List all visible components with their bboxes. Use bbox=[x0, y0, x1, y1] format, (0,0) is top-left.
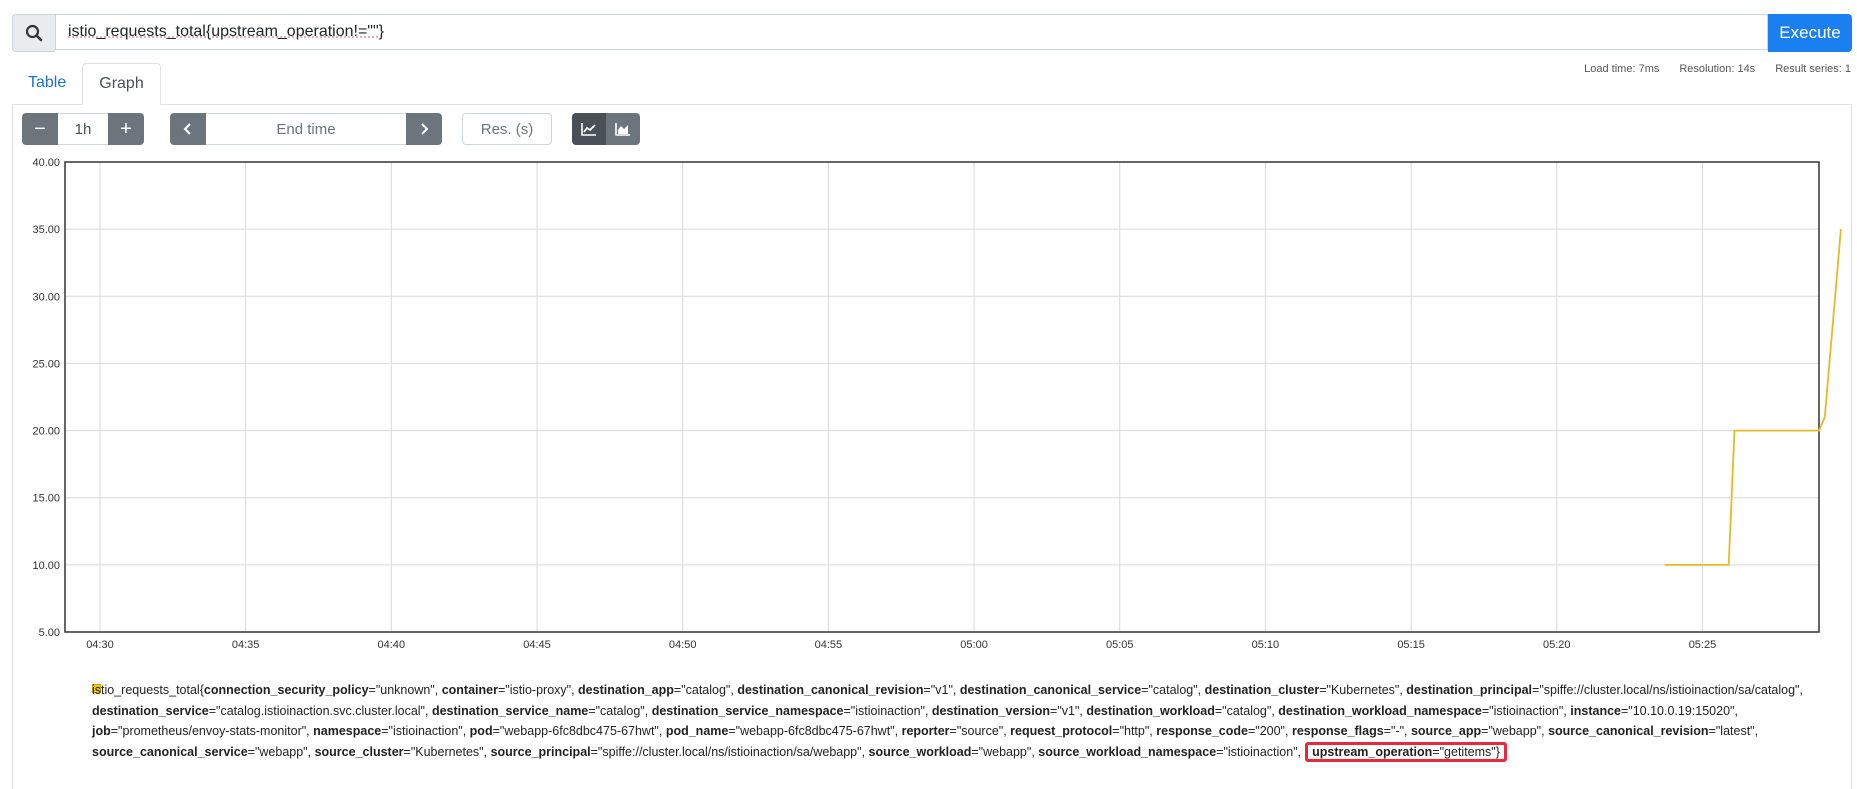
x-tick-label: 04:30 bbox=[86, 639, 114, 651]
time-series-graph[interactable]: 40.00 35.00 30.00 25.00 20.00 15.00 10.00 5.00 0… bbox=[0, 0, 1857, 680]
legend-label-value: ="webapp-6fc8dbc475-67hwt", bbox=[492, 724, 666, 738]
legend-label-key: namespace bbox=[313, 724, 382, 738]
legend-label-value: ="unknown", bbox=[368, 683, 442, 697]
y-tick-label: 25.00 bbox=[32, 358, 60, 370]
legend-label-value: ="http", bbox=[1112, 724, 1157, 738]
legend-label-value: ="istioinaction", bbox=[1216, 744, 1302, 759]
series-legend: istio_requests_total{connection_security… bbox=[92, 680, 1832, 762]
legend-label-value: ="istio-proxy", bbox=[497, 683, 579, 697]
legend-label-value: ="-", bbox=[1383, 724, 1411, 738]
legend-label-value: ="10.10.0.19:15020", bbox=[1620, 703, 1738, 718]
legend-label-value: ="webapp-6fc8dbc475-67hwt", bbox=[728, 724, 902, 738]
legend-label-key: destination_canonical_revision bbox=[737, 683, 924, 697]
legend-label-value: ="istioinaction", bbox=[381, 724, 470, 738]
legend-label-key: source_principal bbox=[490, 744, 591, 759]
legend-label-key: source_canonical_revision bbox=[1548, 724, 1709, 738]
x-tick-label: 05:05 bbox=[1106, 639, 1134, 651]
x-tick-label: 04:50 bbox=[669, 639, 697, 651]
plot-frame bbox=[64, 161, 1820, 633]
legend-label-key: instance bbox=[1570, 703, 1621, 718]
legend-label-value: ="spiffe://cluster.local/ns/istioinactio… bbox=[1532, 683, 1803, 697]
legend-label-key: connection_security_policy bbox=[203, 683, 369, 697]
legend-label-key: source_app bbox=[1410, 724, 1482, 738]
legend-label-value: ="webapp", bbox=[971, 744, 1039, 759]
legend-label-value: ="latest", bbox=[1708, 724, 1759, 738]
legend-label-key: source_cluster bbox=[314, 744, 404, 759]
legend-label-key: destination_principal bbox=[1406, 683, 1533, 697]
y-tick-label: 30.00 bbox=[32, 291, 60, 303]
legend-label-key: destination_service_name bbox=[431, 703, 589, 718]
legend-label-key: request_protocol bbox=[1010, 724, 1113, 738]
x-tick-label: 05:00 bbox=[960, 639, 988, 651]
y-tick-label: 15.00 bbox=[32, 493, 60, 505]
x-tick-label: 04:45 bbox=[523, 639, 551, 651]
legend-label-value: ="catalog", bbox=[1214, 703, 1279, 718]
y-tick-label: 20.00 bbox=[32, 426, 60, 438]
legend-label-key: container bbox=[441, 683, 498, 697]
legend-metric-name: istio_requests_total{ bbox=[92, 683, 204, 697]
legend-label-value: ="catalog", bbox=[588, 703, 652, 718]
legend-label-value: ="200", bbox=[1247, 724, 1292, 738]
legend-label-key: destination_workload_namespace bbox=[1278, 703, 1482, 718]
legend-label-value: ="istioinaction", bbox=[1481, 703, 1571, 718]
y-tick-label: 35.00 bbox=[32, 224, 60, 236]
legend-label-key: job bbox=[92, 724, 111, 738]
legend-label-key: response_flags bbox=[1291, 724, 1384, 738]
x-tick-label: 04:55 bbox=[815, 639, 843, 651]
legend-label-value: ="Kubernetes", bbox=[1319, 683, 1407, 697]
legend-label-value: ="prometheus/envoy-stats-monitor", bbox=[110, 724, 314, 738]
legend-label-value: ="source", bbox=[949, 724, 1011, 738]
legend-label-value: ="istioinaction", bbox=[843, 703, 932, 718]
legend-label-key: destination_service_namespace bbox=[651, 703, 844, 718]
x-tick-label: 05:10 bbox=[1252, 639, 1280, 651]
y-tick-label: 40.00 bbox=[32, 157, 60, 169]
legend-label-value: ="v1", bbox=[923, 683, 960, 697]
legend-label-value: ="webapp", bbox=[1481, 724, 1549, 738]
series-line bbox=[1664, 229, 1842, 566]
legend-label-key: reporter bbox=[901, 724, 950, 738]
legend-label-value: ="catalog", bbox=[1141, 683, 1205, 697]
legend-label-key: destination_canonical_service bbox=[959, 683, 1142, 697]
legend-label-key: pod_name bbox=[665, 724, 729, 738]
legend-label-key: source_workload bbox=[868, 744, 972, 759]
legend-label-key: source_canonical_service bbox=[92, 744, 248, 759]
legend-label-key: pod bbox=[469, 724, 493, 738]
legend-label-key: upstream_operation bbox=[1312, 744, 1433, 759]
legend-label-key: destination_service bbox=[92, 703, 209, 718]
legend-label-value: ="webapp", bbox=[247, 744, 315, 759]
legend-label-value: ="catalog.istioinaction.svc.cluster.loca… bbox=[208, 703, 432, 718]
x-tick-label: 05:15 bbox=[1397, 639, 1425, 651]
legend-label-key: destination_version bbox=[931, 703, 1051, 718]
legend-label-value: ="Kubernetes", bbox=[403, 744, 491, 759]
legend-label-value: ="spiffe://cluster.local/ns/istioinactio… bbox=[590, 744, 869, 759]
x-tick-label: 04:40 bbox=[378, 639, 406, 651]
legend-label-key: destination_app bbox=[578, 683, 674, 697]
legend-label-value: ="catalog", bbox=[673, 683, 738, 697]
legend-label-key: response_code bbox=[1156, 724, 1248, 738]
legend-label-value: ="getitems"} bbox=[1432, 744, 1500, 759]
legend-label-key: destination_cluster bbox=[1204, 683, 1320, 697]
x-tick-label: 04:35 bbox=[232, 639, 260, 651]
legend-label-key: destination_workload bbox=[1086, 703, 1215, 718]
x-tick-label: 05:25 bbox=[1689, 639, 1717, 651]
legend-label-value: ="v1", bbox=[1050, 703, 1087, 718]
y-tick-label: 5.00 bbox=[39, 627, 60, 639]
highlighted-upstream-operation: upstream_operation="getitems"} bbox=[1305, 741, 1507, 762]
legend-label-key: source_workload_namespace bbox=[1038, 744, 1217, 759]
x-tick-label: 05:20 bbox=[1543, 639, 1571, 651]
y-tick-label: 10.00 bbox=[32, 560, 60, 572]
